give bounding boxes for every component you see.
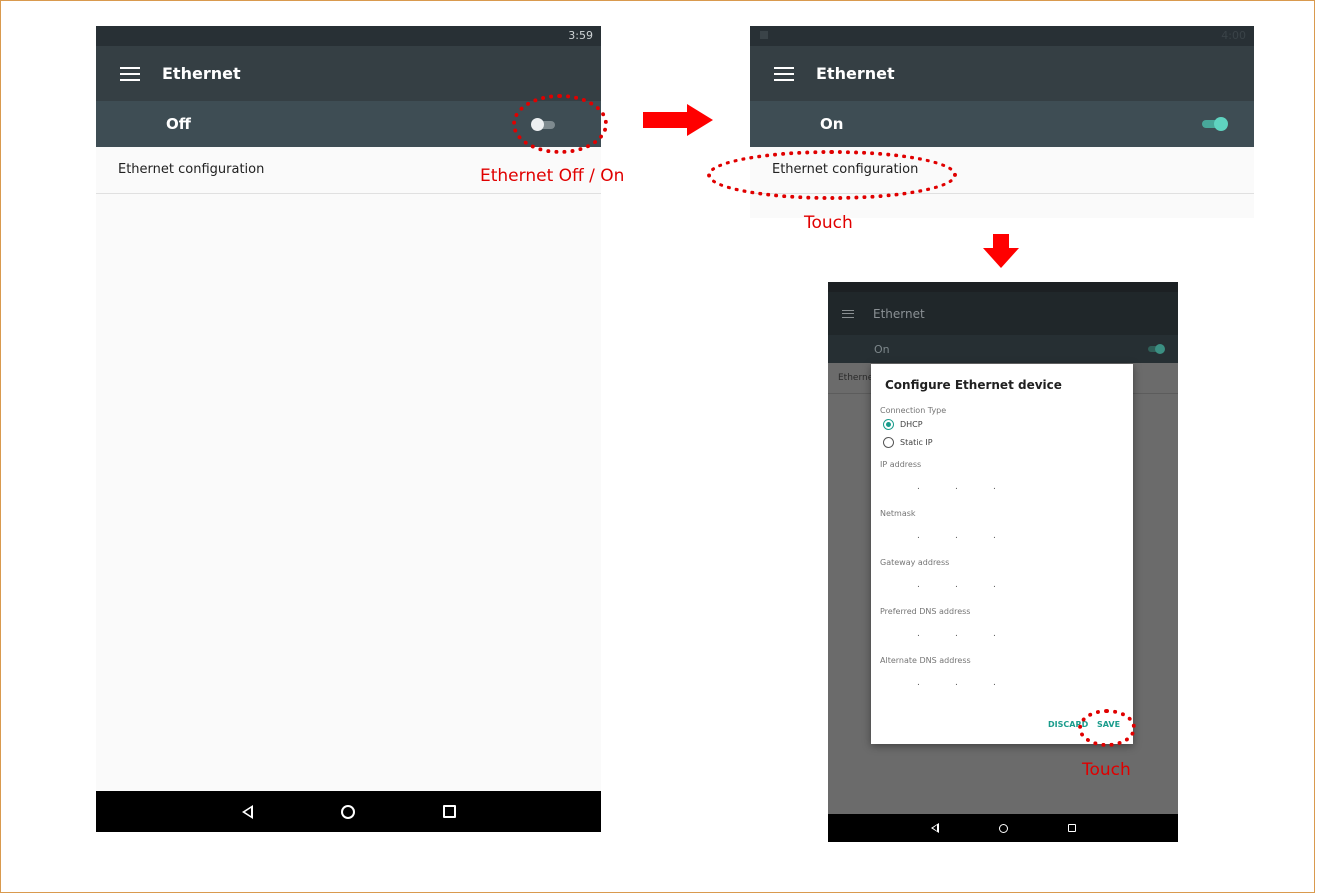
configuration-highlight-circle: [707, 150, 957, 200]
gateway-address-input[interactable]: ...: [917, 580, 1031, 590]
static-ip-label: Static IP: [900, 438, 933, 447]
switch-label: On: [874, 342, 890, 356]
switch-label: On: [820, 115, 844, 133]
app-bar: Ethernet: [828, 292, 1178, 335]
dialog-title: Configure Ethernet device: [885, 378, 1062, 392]
ip-address-label: IP address: [880, 460, 922, 469]
dhcp-label: DHCP: [900, 420, 923, 429]
configure-ethernet-dialog: Configure Ethernet device Connection Typ…: [871, 364, 1133, 744]
static-ip-radio[interactable]: [883, 437, 894, 448]
preferred-dns-label: Preferred DNS address: [880, 607, 971, 616]
dhcp-radio[interactable]: [883, 419, 894, 430]
preferred-dns-input[interactable]: ...: [917, 629, 1031, 639]
page-title: Ethernet: [873, 306, 925, 321]
menu-icon[interactable]: [774, 66, 794, 81]
ip-address-input[interactable]: ...: [917, 482, 1031, 492]
netmask-input[interactable]: ...: [917, 531, 1031, 541]
back-icon[interactable]: [241, 804, 253, 819]
phone-screen-dialog: Ethernet On Etherne Configure Ethernet d…: [828, 282, 1178, 842]
touch-caption-configuration: Touch: [804, 213, 853, 233]
status-clock: 3:59: [568, 29, 593, 42]
menu-icon[interactable]: [842, 309, 854, 318]
page-title: Ethernet: [162, 64, 241, 83]
ethernet-toggle[interactable]: [1148, 344, 1165, 354]
alternate-dns-input[interactable]: ...: [917, 678, 1031, 688]
switch-label: Off: [166, 115, 191, 133]
app-bar: Ethernet: [750, 46, 1254, 101]
home-icon[interactable]: [998, 823, 1008, 833]
notification-icon: [760, 31, 768, 39]
status-bar: [828, 282, 1178, 292]
alternate-dns-label: Alternate DNS address: [880, 656, 971, 665]
save-highlight-circle: [1078, 709, 1136, 747]
gateway-address-label: Gateway address: [880, 558, 950, 567]
phone-screen-off: 3:59 Ethernet Off Ethernet configuration: [96, 26, 601, 832]
back-icon[interactable]: [930, 823, 939, 833]
toggle-caption: Ethernet Off / On: [480, 166, 625, 186]
netmask-label: Netmask: [880, 509, 916, 518]
status-clock: 4:00: [1221, 29, 1246, 42]
page-title: Ethernet: [816, 64, 895, 83]
menu-icon[interactable]: [120, 66, 140, 81]
touch-caption-save: Touch: [1082, 760, 1131, 780]
right-arrow-icon: [643, 104, 715, 136]
recent-apps-icon[interactable]: [442, 805, 456, 818]
status-bar: 3:59: [96, 26, 601, 46]
ethernet-switch-bar[interactable]: On: [750, 101, 1254, 147]
down-arrow-icon: [983, 234, 1019, 270]
navigation-bar: [828, 814, 1178, 842]
recent-apps-icon[interactable]: [1067, 824, 1076, 832]
navigation-bar: [96, 791, 601, 832]
home-icon[interactable]: [340, 804, 355, 819]
ethernet-switch-bar[interactable]: On: [828, 335, 1178, 363]
toggle-highlight-circle: [512, 94, 608, 154]
app-bar: Ethernet: [96, 46, 601, 101]
connection-type-label: Connection Type: [880, 406, 947, 415]
ethernet-toggle[interactable]: [1202, 117, 1228, 131]
status-bar: 4:00: [750, 26, 1254, 46]
